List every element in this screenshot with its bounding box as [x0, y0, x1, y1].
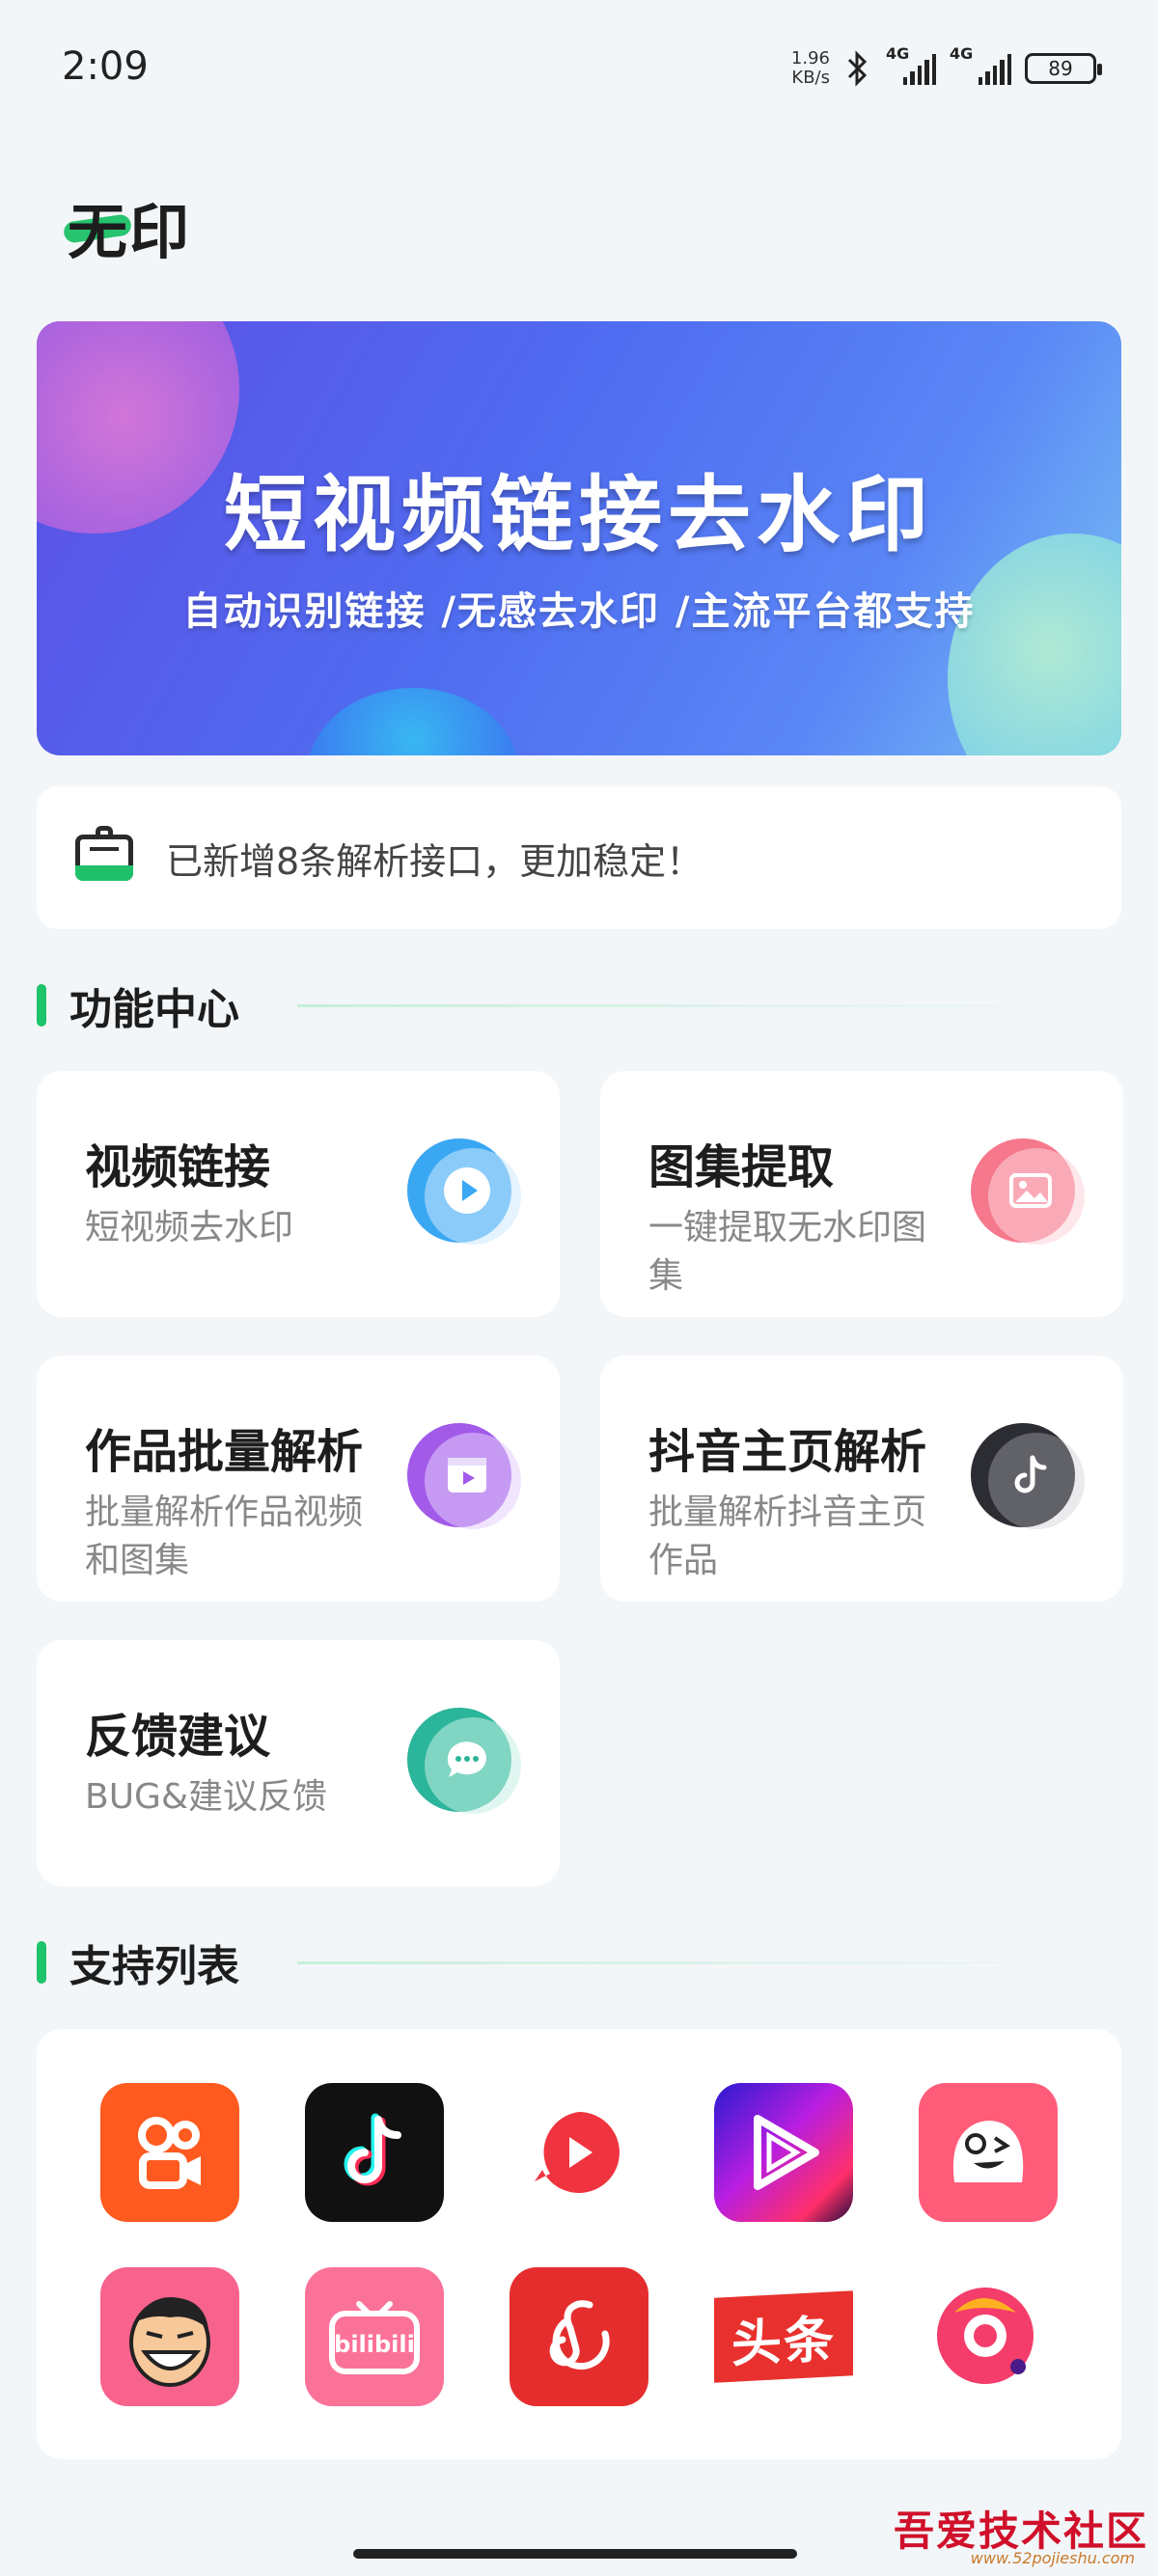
- meipai-logo-icon[interactable]: [919, 2267, 1058, 2406]
- battery-level: 89: [1048, 57, 1073, 80]
- banner-decoration: [307, 688, 519, 755]
- function-card-feedback[interactable]: 反馈建议 BUG&建议反馈: [37, 1640, 560, 1886]
- card-description: 批量解析作品视频和图集: [85, 1493, 364, 1580]
- section-title: 功能中心: [69, 985, 239, 1034]
- home-indicator[interactable]: [353, 2549, 797, 2559]
- card-description: BUG&建议反馈: [85, 1777, 328, 1817]
- card-description: 短视频去水印: [85, 1208, 294, 1247]
- toutiao-logo-icon[interactable]: 头条: [714, 2267, 853, 2406]
- bilibili-logo-icon[interactable]: bilibili: [305, 2267, 444, 2406]
- bluetooth-icon: [847, 50, 868, 87]
- douyin-logo-icon[interactable]: [305, 2083, 444, 2222]
- play-icon: [407, 1138, 521, 1245]
- platform-list: bilibili 头条: [37, 2029, 1121, 2459]
- card-description: 一键提取无水印图集: [648, 1208, 927, 1296]
- card-title: 反馈建议: [85, 1710, 271, 1764]
- play-triangle-logo-icon[interactable]: [714, 2083, 853, 2222]
- section-accent-bar: [37, 984, 46, 1027]
- toutiao-label: 头条: [731, 2310, 836, 2374]
- site-watermark-url: www.52pojieshu.com: [970, 2549, 1135, 2567]
- network-speed-value: 1.96: [790, 48, 830, 69]
- section-divider: [297, 1961, 1108, 1964]
- netease-music-logo-icon[interactable]: [510, 2267, 648, 2406]
- weishi-logo-icon[interactable]: [510, 2083, 648, 2222]
- image-icon: [971, 1138, 1085, 1245]
- signal-strength-icon: 4G: [886, 44, 937, 85]
- section-title: 支持列表: [69, 1942, 239, 1991]
- card-title: 抖音主页解析: [648, 1425, 927, 1479]
- video-clip-icon: [407, 1423, 521, 1529]
- briefcase-icon: [75, 826, 133, 881]
- section-header-functions: 功能中心: [37, 976, 1121, 1034]
- signal-label: 4G: [886, 44, 910, 63]
- notice-text: 已新增8条解析接口，更加稳定！: [166, 839, 703, 883]
- chat-bubble-icon: [407, 1708, 521, 1814]
- status-time: 2:09: [62, 44, 149, 89]
- app-title: 无印: [68, 197, 192, 267]
- card-description: 批量解析抖音主页作品: [648, 1493, 927, 1580]
- network-speed-unit: KB/s: [791, 68, 830, 88]
- function-card-video-link[interactable]: 视频链接 短视频去水印: [37, 1071, 560, 1317]
- section-header-platforms: 支持列表: [37, 1933, 1121, 1991]
- card-title: 视频链接: [85, 1140, 271, 1194]
- douyin-icon: [971, 1423, 1085, 1529]
- status-bar: 2:09 1.96 KB/s 4G 4G 89: [0, 0, 1158, 135]
- function-card-batch-parse[interactable]: 作品批量解析 批量解析作品视频和图集: [37, 1356, 560, 1602]
- card-title: 作品批量解析: [85, 1425, 364, 1479]
- signal-strength-icon-2: 4G: [950, 44, 1012, 85]
- svg-text:bilibili: bilibili: [334, 2331, 415, 2358]
- function-card-gallery[interactable]: 图集提取 一键提取无水印图集: [600, 1071, 1123, 1317]
- signal-label-2: 4G: [950, 44, 974, 63]
- pipixia-logo-icon[interactable]: [919, 2083, 1058, 2222]
- status-indicators: 1.96 KB/s 4G 4G 89: [791, 44, 1102, 93]
- banner-title: 短视频链接去水印: [224, 467, 934, 563]
- section-divider: [297, 1004, 1108, 1007]
- function-card-douyin-profile[interactable]: 抖音主页解析 批量解析抖音主页作品: [600, 1356, 1123, 1602]
- laughing-face-logo-icon[interactable]: [100, 2267, 239, 2406]
- battery-icon: 89: [1025, 53, 1102, 84]
- kuaishou-logo-icon[interactable]: [100, 2083, 239, 2222]
- network-speed: 1.96 KB/s: [791, 49, 830, 88]
- banner-subtitle: 自动识别链接 /无感去水印 /主流平台都支持: [182, 589, 976, 634]
- notice-bar[interactable]: 已新增8条解析接口，更加稳定！: [37, 786, 1121, 929]
- card-title: 图集提取: [648, 1140, 835, 1194]
- hero-banner[interactable]: 短视频链接去水印 自动识别链接 /无感去水印 /主流平台都支持: [37, 321, 1121, 755]
- section-accent-bar: [37, 1941, 46, 1984]
